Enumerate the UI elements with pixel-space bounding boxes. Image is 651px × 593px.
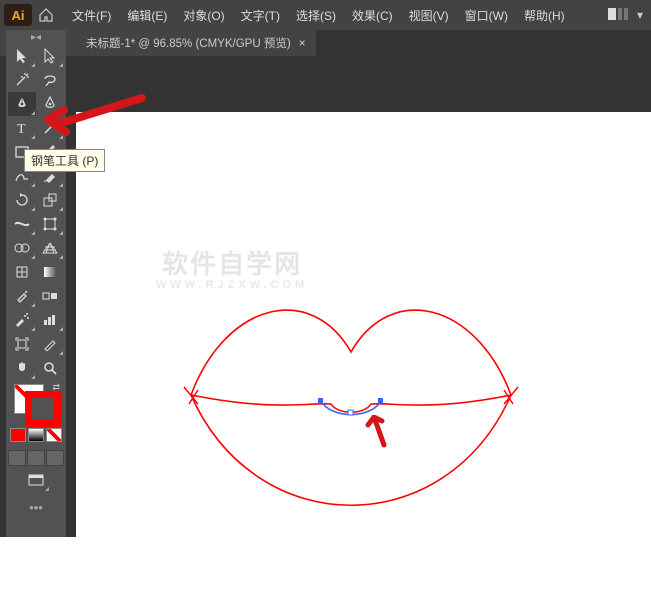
zoom-tool[interactable] xyxy=(36,356,64,380)
direct-selection-tool[interactable] xyxy=(36,44,64,68)
stroke-swatch[interactable] xyxy=(28,394,58,424)
draw-behind[interactable] xyxy=(27,450,45,466)
hand-tool[interactable] xyxy=(8,356,36,380)
scale-tool[interactable] xyxy=(36,188,64,212)
drawing-lips xyxy=(76,112,651,593)
document-tab[interactable]: 未标题-1* @ 96.85% (CMYK/GPU 预览) × xyxy=(76,30,316,56)
menu-view[interactable]: 视图(V) xyxy=(403,3,455,28)
color-mode-row xyxy=(10,428,62,442)
menu-file[interactable]: 文件(F) xyxy=(66,3,117,28)
slice-tool[interactable] xyxy=(36,332,64,356)
annotation-arrow-inner xyxy=(364,415,394,455)
lasso-tool[interactable] xyxy=(36,68,64,92)
home-icon[interactable] xyxy=(36,5,56,25)
menu-window[interactable]: 窗口(W) xyxy=(459,3,514,28)
canvas[interactable]: 软件自学网 WWW.RJZXW.COM xyxy=(76,112,651,537)
tooltip-pen-tool: 钢笔工具 (P) xyxy=(24,149,105,172)
magic-wand-tool[interactable] xyxy=(8,68,36,92)
color-swatch-area: ⇄ ••• xyxy=(2,380,70,519)
eyedropper-tool[interactable] xyxy=(8,284,36,308)
close-icon[interactable]: × xyxy=(299,36,306,50)
mesh-tool[interactable] xyxy=(8,260,36,284)
menu-edit[interactable]: 编辑(E) xyxy=(121,3,173,28)
symbol-sprayer-tool[interactable] xyxy=(8,308,36,332)
width-tool[interactable] xyxy=(8,212,36,236)
type-tool[interactable]: T xyxy=(8,116,36,140)
menu-object[interactable]: 对象(O) xyxy=(177,3,230,28)
app-icon: Ai xyxy=(4,4,32,26)
artboard-tool[interactable] xyxy=(8,332,36,356)
shape-builder-tool[interactable] xyxy=(8,236,36,260)
screen-mode-tool[interactable] xyxy=(22,470,50,492)
menubar: Ai 文件(F) 编辑(E) 对象(O) 文字(T) 选择(S) 效果(C) 视… xyxy=(0,0,651,30)
menu-select[interactable]: 选择(S) xyxy=(290,3,342,28)
menu-help[interactable]: 帮助(H) xyxy=(518,3,571,28)
toolbar-grip-icon[interactable]: ▸◂ xyxy=(31,34,41,42)
document-tab-title: 未标题-1* @ 96.85% (CMYK/GPU 预览) xyxy=(86,35,291,51)
pen-tool[interactable] xyxy=(8,92,36,116)
color-mode-none[interactable] xyxy=(46,428,62,442)
chevron-down-icon[interactable]: ▾ xyxy=(633,8,647,22)
rotate-tool[interactable] xyxy=(8,188,36,212)
draw-normal[interactable] xyxy=(8,450,26,466)
annotation-arrow-pen-tool xyxy=(42,92,152,152)
draw-inside[interactable] xyxy=(46,450,64,466)
gradient-tool[interactable] xyxy=(36,260,64,284)
selection-tool[interactable] xyxy=(8,44,36,68)
free-transform-tool[interactable] xyxy=(36,212,64,236)
menu-effect[interactable]: 效果(C) xyxy=(346,3,399,28)
layout-switcher-icon[interactable] xyxy=(607,6,629,24)
svg-text:T: T xyxy=(17,122,26,135)
menu-type[interactable]: 文字(T) xyxy=(235,3,286,28)
fill-stroke-swatch[interactable]: ⇄ xyxy=(14,384,58,424)
draw-mode-row xyxy=(8,450,64,466)
document-tabbar: 未标题-1* @ 96.85% (CMYK/GPU 预览) × xyxy=(76,30,651,56)
blend-tool[interactable] xyxy=(36,284,64,308)
color-mode-solid[interactable] xyxy=(10,428,26,442)
color-mode-gradient[interactable] xyxy=(28,428,44,442)
swap-fill-stroke-icon[interactable]: ⇄ xyxy=(52,382,60,393)
edit-toolbar-icon[interactable]: ••• xyxy=(29,500,43,515)
perspective-grid-tool[interactable] xyxy=(36,236,64,260)
column-graph-tool[interactable] xyxy=(36,308,64,332)
